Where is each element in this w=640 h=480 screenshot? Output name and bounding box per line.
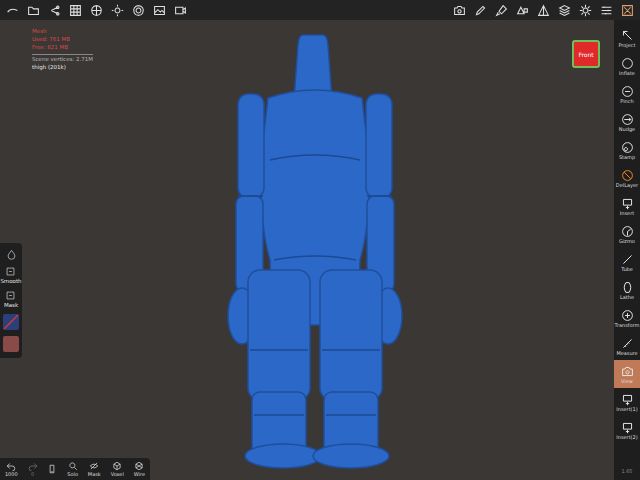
bottom-bar-item[interactable]: 0 — [28, 461, 38, 477]
shapes-icon[interactable] — [516, 4, 529, 17]
slash-icon — [3, 314, 19, 330]
tool-icon — [621, 113, 634, 126]
color-swatch[interactable] — [3, 314, 19, 330]
video-icon[interactable] — [174, 4, 187, 17]
tool-icon — [621, 281, 634, 294]
symmetry-icon[interactable] — [537, 4, 550, 17]
bottom-tool-icon — [28, 461, 38, 471]
tool-button[interactable]: Inflate — [614, 52, 640, 80]
stat-line: thigh (201k) — [32, 64, 93, 72]
tool-button[interactable]: Lathe — [614, 276, 640, 304]
nomad-sculpt-app: MeshUsed: 761 MBFree: 821 MB Scene vertic… — [0, 0, 640, 480]
tool-icon — [621, 421, 634, 434]
brush-icon[interactable] — [495, 4, 508, 17]
color-swatch[interactable] — [3, 336, 19, 352]
image-icon[interactable] — [153, 4, 166, 17]
tool-button[interactable]: Tube — [614, 248, 640, 276]
stat-line: Scene vertices: 2.71M — [32, 54, 93, 64]
bottom-bar-item[interactable]: 1000 — [5, 461, 18, 477]
tool-button[interactable]: Gizmo — [614, 220, 640, 248]
tool-button[interactable]: Measure — [614, 332, 640, 360]
bottom-tool-icon — [68, 461, 78, 471]
sliders-icon[interactable] — [600, 4, 613, 17]
share-icon[interactable] — [48, 4, 61, 17]
tool-icon — [621, 309, 634, 322]
camera-icon[interactable] — [453, 4, 466, 17]
bottom-tool-icon — [134, 461, 144, 471]
gear-icon[interactable] — [579, 4, 592, 17]
version-label: 1.65 — [614, 468, 640, 480]
bottom-tool-icon — [112, 461, 122, 471]
tool-icon — [621, 141, 634, 154]
tool-icon — [621, 197, 634, 210]
doll-model[interactable] — [0, 20, 614, 480]
target-icon[interactable] — [132, 4, 145, 17]
tool-icon — [621, 393, 634, 406]
bottom-bar-item[interactable]: Wire — [134, 461, 145, 477]
left-panel-item[interactable]: Mask — [4, 290, 18, 308]
close-panel-icon[interactable] — [621, 4, 634, 17]
tool-button[interactable]: Nudge — [614, 108, 640, 136]
tool-icon — [621, 337, 634, 350]
grid-icon[interactable] — [69, 4, 82, 17]
left-panel: Smooth Mask — [0, 243, 22, 358]
tool-button[interactable]: Stamp — [614, 136, 640, 164]
left-panel-item[interactable]: Smooth — [0, 266, 21, 284]
tool-icon — [621, 169, 634, 182]
tool-button[interactable]: Insert — [614, 192, 640, 220]
bottom-toolbar: 1000 0 Solo Mask Voxel Wire — [0, 458, 150, 480]
box-icon — [5, 266, 16, 277]
tool-button[interactable]: DelLayer — [614, 164, 640, 192]
bottom-bar-item[interactable] — [47, 464, 57, 474]
view-cube-button[interactable]: Front — [572, 40, 600, 68]
tool-button[interactable]: View — [614, 360, 640, 388]
stats-overlay: MeshUsed: 761 MBFree: 821 MB Scene vertic… — [32, 28, 93, 72]
tool-icon — [621, 57, 634, 70]
tool-icon — [621, 225, 634, 238]
tool-button[interactable]: Transform — [614, 304, 640, 332]
bottom-bar-item[interactable]: Solo — [67, 461, 78, 477]
box-icon — [5, 290, 16, 301]
tool-button[interactable]: Pinch — [614, 80, 640, 108]
top-toolbar — [0, 0, 640, 20]
tool-button[interactable]: Project — [614, 24, 640, 52]
stat-line: Free: 821 MB — [32, 44, 93, 52]
bottom-tool-icon — [47, 464, 57, 474]
drop-icon[interactable] — [6, 249, 17, 260]
bottom-tool-icon — [6, 461, 16, 471]
logo-icon[interactable] — [6, 4, 19, 17]
pencil-icon[interactable] — [474, 4, 487, 17]
right-toolbar: Project Inflate Pinch Nudge Stamp DelLay… — [614, 20, 640, 480]
stat-line: Mesh — [32, 28, 93, 36]
globe-icon[interactable] — [90, 4, 103, 17]
layers-icon[interactable] — [558, 4, 571, 17]
bottom-tool-icon — [89, 461, 99, 471]
folder-icon[interactable] — [27, 4, 40, 17]
stat-line: Used: 761 MB — [32, 36, 93, 44]
tool-icon — [621, 29, 634, 42]
viewport[interactable]: MeshUsed: 761 MBFree: 821 MB Scene vertic… — [0, 20, 614, 480]
tool-icon — [621, 365, 634, 378]
tool-icon — [621, 253, 634, 266]
sun-icon[interactable] — [111, 4, 124, 17]
tool-icon — [621, 85, 634, 98]
tool-button[interactable]: Insert(2) — [614, 416, 640, 444]
bottom-bar-item[interactable]: Mask — [88, 461, 101, 477]
tool-button[interactable]: Insert(1) — [614, 388, 640, 416]
bottom-bar-item[interactable]: Voxel — [111, 461, 124, 477]
